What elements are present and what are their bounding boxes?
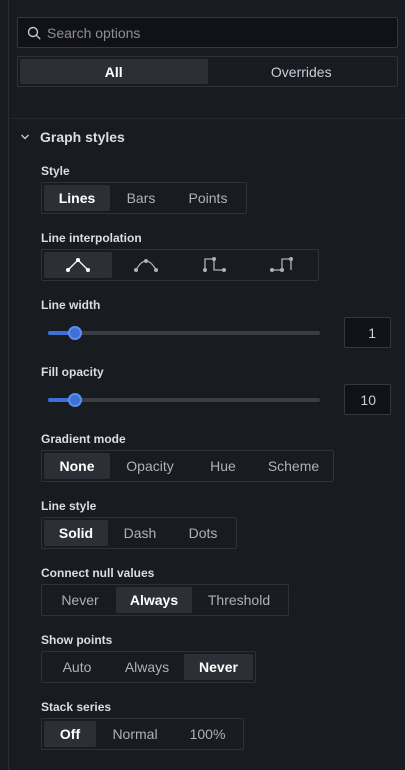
line-interpolation-radio-group — [41, 249, 319, 281]
show-points-option-never[interactable]: Never — [184, 654, 253, 680]
line-style-label: Line style — [41, 499, 97, 513]
fill-opacity-label: Fill opacity — [41, 365, 104, 379]
slider-handle[interactable] — [68, 326, 82, 340]
stack-series-radio-group: Off Normal 100% — [41, 718, 244, 750]
options-tabs: All Overrides — [17, 56, 398, 87]
section-divider — [8, 118, 405, 119]
interpolation-option-linear[interactable] — [44, 252, 112, 278]
slider-handle[interactable] — [68, 393, 82, 407]
connect-null-option-always[interactable]: Always — [116, 587, 192, 613]
style-radio-group: Lines Bars Points — [41, 182, 247, 214]
search-input[interactable] — [47, 24, 377, 41]
tab-all[interactable]: All — [20, 59, 208, 84]
interpolation-option-step-after[interactable] — [248, 252, 316, 278]
line-width-slider[interactable] — [48, 322, 320, 342]
gradient-option-none[interactable]: None — [44, 453, 110, 479]
stack-series-option-normal[interactable]: Normal — [96, 721, 174, 747]
tab-overrides[interactable]: Overrides — [208, 59, 396, 84]
gradient-mode-label: Gradient mode — [41, 432, 126, 446]
interpolation-option-step-before[interactable] — [180, 252, 248, 278]
slider-track — [48, 398, 320, 402]
chevron-down-icon — [21, 134, 29, 140]
stack-series-option-100[interactable]: 100% — [174, 721, 241, 747]
gradient-option-opacity[interactable]: Opacity — [110, 453, 190, 479]
interpolation-option-smooth[interactable] — [112, 252, 180, 278]
search-icon — [27, 26, 41, 40]
line-style-option-solid[interactable]: Solid — [44, 520, 108, 546]
line-style-option-dash[interactable]: Dash — [108, 520, 172, 546]
step-after-icon — [270, 257, 293, 272]
style-option-lines[interactable]: Lines — [44, 185, 110, 211]
connect-null-label: Connect null values — [41, 566, 155, 580]
style-option-bars[interactable]: Bars — [110, 185, 172, 211]
style-label: Style — [41, 164, 70, 178]
stack-series-label: Stack series — [41, 700, 112, 714]
fill-opacity-slider[interactable] — [48, 389, 320, 409]
step-before-icon — [203, 257, 226, 272]
show-points-label: Show points — [41, 633, 113, 647]
smooth-icon — [134, 259, 158, 272]
slider-track — [48, 331, 320, 335]
linear-icon — [66, 258, 90, 272]
line-width-label: Line width — [41, 298, 101, 312]
gradient-option-scheme[interactable]: Scheme — [256, 453, 331, 479]
show-points-option-auto[interactable]: Auto — [44, 654, 110, 680]
connect-null-radio-group: Never Always Threshold — [41, 584, 289, 616]
line-style-option-dots[interactable]: Dots — [172, 520, 234, 546]
line-width-input[interactable] — [344, 317, 391, 348]
show-points-option-always[interactable]: Always — [110, 654, 184, 680]
show-points-radio-group: Auto Always Never — [41, 651, 256, 683]
section-graph-styles-header[interactable]: Graph styles — [20, 127, 125, 147]
connect-null-option-never[interactable]: Never — [44, 587, 116, 613]
line-style-radio-group: Solid Dash Dots — [41, 517, 237, 549]
fill-opacity-input[interactable] — [344, 384, 391, 415]
gradient-option-hue[interactable]: Hue — [190, 453, 256, 479]
line-interpolation-label: Line interpolation — [41, 231, 142, 245]
style-option-points[interactable]: Points — [172, 185, 244, 211]
panel-left-border — [8, 0, 9, 770]
stack-series-option-off[interactable]: Off — [44, 721, 96, 747]
section-title: Graph styles — [40, 129, 125, 145]
search-box[interactable] — [17, 17, 398, 48]
connect-null-option-threshold[interactable]: Threshold — [192, 587, 286, 613]
gradient-mode-radio-group: None Opacity Hue Scheme — [41, 450, 334, 482]
